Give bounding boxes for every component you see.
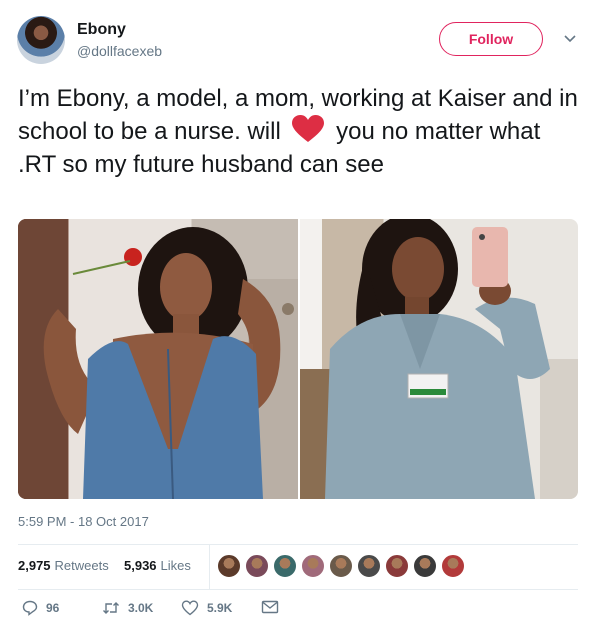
liker-avatar[interactable] xyxy=(413,554,437,578)
photo-model[interactable] xyxy=(18,219,298,499)
reply-button[interactable]: 96 xyxy=(22,600,59,616)
like-count: 5.9K xyxy=(207,601,233,615)
tweet-stats: 2,975 Retweets 5,936 Likes xyxy=(18,545,578,589)
tweet-actions: 96 3.0K 5.9K xyxy=(18,600,578,620)
user-display-name[interactable]: Ebony xyxy=(77,21,126,39)
photo-nurse[interactable] xyxy=(300,219,578,499)
heart-outline-icon xyxy=(181,600,199,616)
likes-stat[interactable]: 5,936 Likes xyxy=(124,558,191,573)
liker-avatar[interactable] xyxy=(301,554,325,578)
liker-avatar[interactable] xyxy=(217,554,241,578)
chevron-down-icon[interactable] xyxy=(562,30,578,46)
liker-avatar[interactable] xyxy=(329,554,353,578)
user-handle[interactable]: @dollfacexeb xyxy=(77,43,162,59)
liker-avatar[interactable] xyxy=(245,554,269,578)
photo-nurse-illustration xyxy=(300,219,578,499)
retweets-stat[interactable]: 2,975 Retweets xyxy=(18,558,109,573)
divider xyxy=(18,589,578,590)
retweet-count: 3.0K xyxy=(128,601,154,615)
reply-count: 96 xyxy=(46,601,60,615)
liker-avatars xyxy=(217,554,469,578)
stats-divider xyxy=(209,545,210,589)
liker-avatar[interactable] xyxy=(357,554,381,578)
envelope-icon xyxy=(261,600,279,614)
tweet-text: I’m Ebony, a model, a mom, working at Ka… xyxy=(18,82,583,181)
tweet-timestamp[interactable]: 5:59 PM - 18 Oct 2017 xyxy=(18,514,149,529)
photo-model-illustration xyxy=(18,219,298,499)
retweets-count: 2,975 xyxy=(18,558,51,573)
retweets-label: Retweets xyxy=(54,558,109,573)
tweet-media[interactable] xyxy=(18,219,578,499)
retweet-icon xyxy=(103,602,119,614)
tweet-header: Ebony @dollfacexeb Follow xyxy=(17,14,582,66)
red-heart-icon xyxy=(292,115,325,142)
liker-avatar[interactable] xyxy=(273,554,297,578)
retweet-button[interactable]: 3.0K xyxy=(102,600,153,616)
follow-button[interactable]: Follow xyxy=(439,22,543,56)
liker-avatar[interactable] xyxy=(385,554,409,578)
direct-message-button[interactable] xyxy=(261,600,287,614)
likes-count: 5,936 xyxy=(124,558,157,573)
avatar[interactable] xyxy=(17,16,65,64)
likes-label: Likes xyxy=(160,558,191,573)
liker-avatar[interactable] xyxy=(441,554,465,578)
reply-icon xyxy=(22,600,38,616)
like-button[interactable]: 5.9K xyxy=(181,600,232,616)
